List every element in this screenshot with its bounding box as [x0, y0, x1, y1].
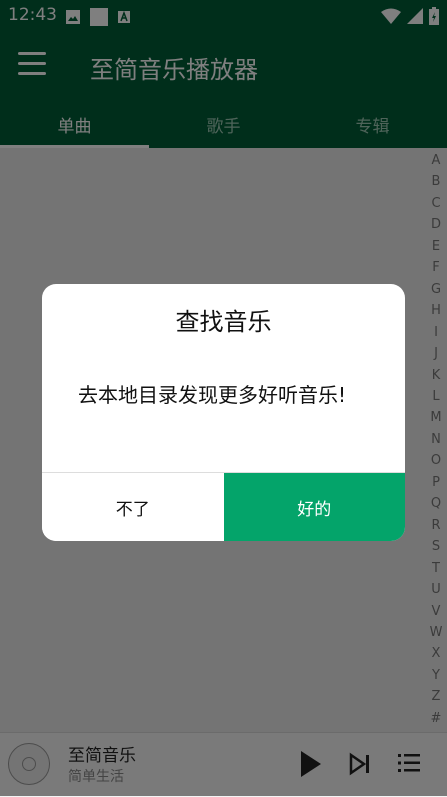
find-music-dialog: 查找音乐 去本地目录发现更多好听音乐! 不了 好的: [42, 284, 405, 541]
dialog-message: 去本地目录发现更多好听音乐!: [78, 383, 347, 407]
ok-button[interactable]: 好的: [223, 473, 405, 541]
dialog-actions: 不了 好的: [42, 472, 405, 541]
cancel-button[interactable]: 不了: [42, 473, 224, 541]
dialog-title: 查找音乐: [175, 308, 272, 336]
